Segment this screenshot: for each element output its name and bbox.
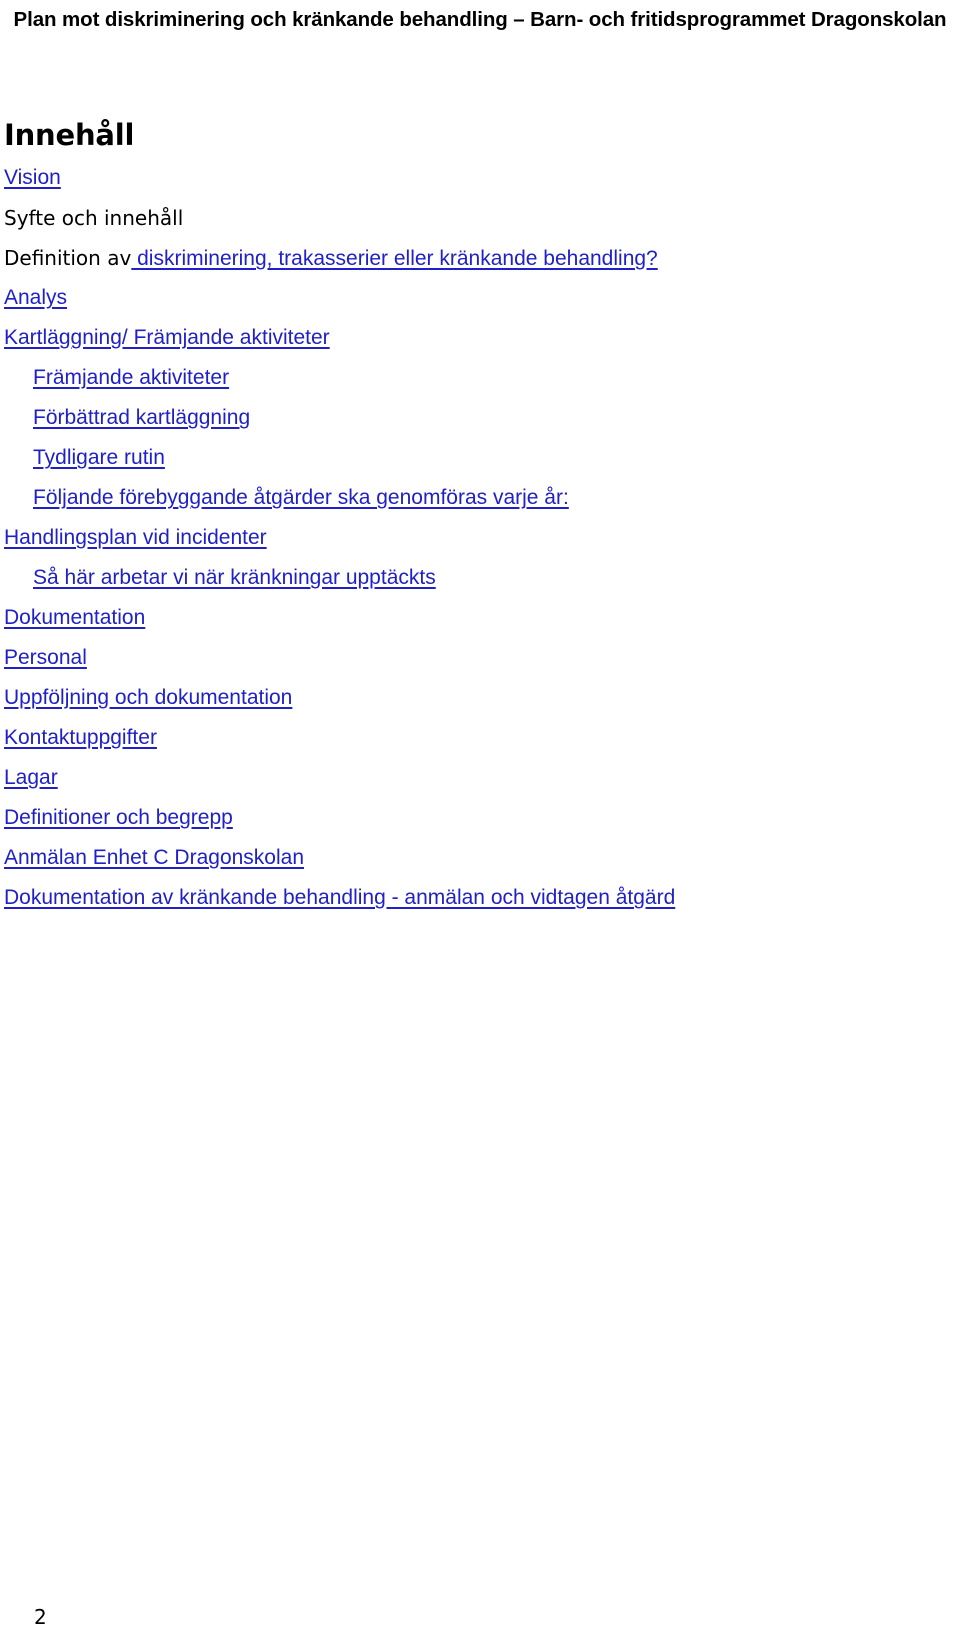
toc-link[interactable]: diskriminering, trakasserier eller kränk…: [131, 247, 658, 270]
running-header: Plan mot diskriminering och kränkande be…: [13, 8, 947, 31]
toc-link[interactable]: Kontaktuppgifter: [4, 726, 157, 749]
toc-entry: Analys: [4, 278, 954, 318]
toc-entry: Definitioner och begrepp: [4, 798, 954, 838]
toc-link[interactable]: Handlingsplan vid incidenter: [4, 526, 267, 549]
toc-entry: Anmälan Enhet C Dragonskolan: [4, 838, 954, 878]
toc-link[interactable]: Följande förebyggande åtgärder ska genom…: [33, 486, 569, 509]
toc-entry: Följande förebyggande åtgärder ska genom…: [4, 478, 954, 518]
toc-entry: Personal: [4, 638, 954, 678]
toc-link[interactable]: Lagar: [4, 766, 58, 789]
toc-link[interactable]: Främjande aktiviteter: [33, 366, 229, 389]
toc-link[interactable]: Tydligare rutin: [33, 446, 165, 469]
page-title: Innehåll: [4, 118, 135, 152]
toc-entry: Handlingsplan vid incidenter: [4, 518, 954, 558]
toc-entry: Syfte och innehåll: [4, 198, 954, 238]
document-page: Plan mot diskriminering och kränkande be…: [0, 0, 960, 1647]
toc-link[interactable]: Personal: [4, 646, 87, 669]
toc-link[interactable]: Dokumentation: [4, 606, 145, 629]
toc-link[interactable]: Kartläggning/ Främjande aktiviteter: [4, 326, 330, 349]
toc-entry: Lagar: [4, 758, 954, 798]
toc-entry-mixed: Definition av diskriminering, trakasseri…: [4, 246, 658, 271]
toc-link[interactable]: Anmälan Enhet C Dragonskolan: [4, 846, 304, 869]
toc-entry: Förbättrad kartläggning: [4, 398, 954, 438]
toc-link[interactable]: Så här arbetar vi när kränkningar upptäc…: [33, 566, 436, 589]
toc-entry: Dokumentation av kränkande behandling - …: [4, 878, 954, 918]
toc-entry: Främjande aktiviteter: [4, 358, 954, 398]
toc-entry: Definition av diskriminering, trakasseri…: [4, 238, 954, 278]
toc-entry-lead-text: Definition av: [4, 246, 132, 271]
table-of-contents: Innehåll Vision Syfte och innehåll Definit…: [4, 118, 954, 918]
toc-entry: Kontaktuppgifter: [4, 718, 954, 758]
toc-entry: Vision: [4, 158, 954, 198]
toc-entry: Tydligare rutin: [4, 438, 954, 478]
toc-entry: Uppföljning och dokumentation: [4, 678, 954, 718]
toc-entry: Kartläggning/ Främjande aktiviteter: [4, 318, 954, 358]
toc-list: Vision Syfte och innehåll Definition av di…: [4, 158, 954, 918]
toc-entry-text: Syfte och innehåll: [4, 206, 184, 231]
toc-link[interactable]: Analys: [4, 286, 67, 309]
toc-link[interactable]: Dokumentation av kränkande behandling - …: [4, 886, 675, 909]
toc-link[interactable]: Uppföljning och dokumentation: [4, 686, 292, 709]
toc-link[interactable]: Förbättrad kartläggning: [33, 406, 250, 429]
toc-link[interactable]: Definitioner och begrepp: [4, 806, 233, 829]
toc-link[interactable]: Vision: [4, 166, 61, 189]
page-number: 2: [34, 1605, 47, 1629]
toc-entry: Dokumentation: [4, 598, 954, 638]
toc-entry: Så här arbetar vi när kränkningar upptäc…: [4, 558, 954, 598]
